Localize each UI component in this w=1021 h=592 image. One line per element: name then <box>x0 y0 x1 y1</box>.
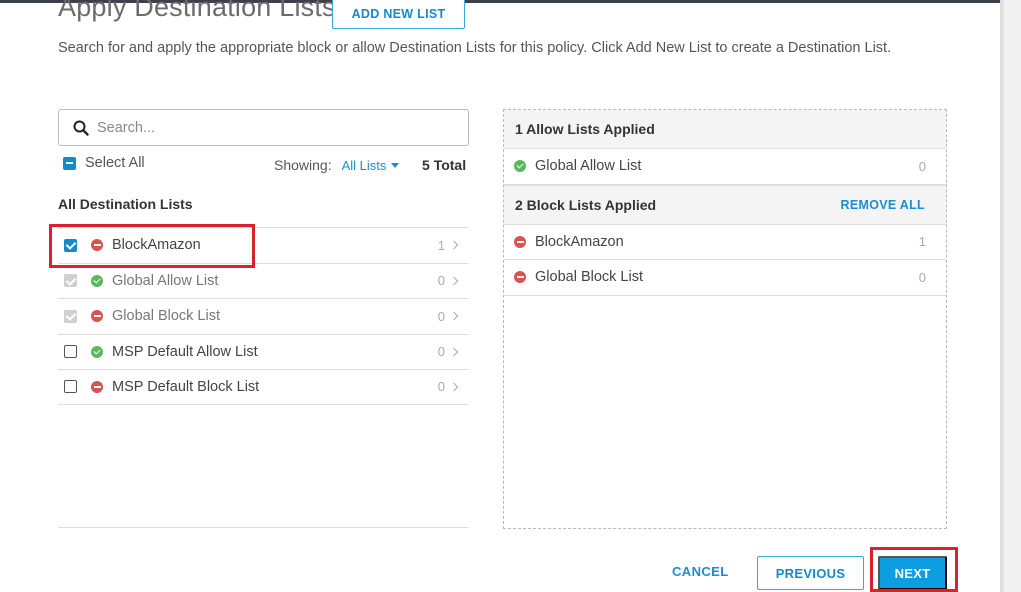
search-field[interactable] <box>58 109 469 146</box>
list-item-count: 1 <box>437 237 459 253</box>
allow-applied-list: Global Allow List 0 <box>504 149 946 185</box>
all-lists-title: All Destination Lists <box>58 196 193 212</box>
count-value: 0 <box>437 344 445 360</box>
count-value: 0 <box>437 273 445 289</box>
applied-item-name: Global Block List <box>535 269 643 286</box>
cancel-button[interactable]: CANCEL <box>672 564 729 579</box>
count-value: 0 <box>437 308 445 324</box>
partial-checkbox-icon[interactable] <box>63 156 76 170</box>
page-description: Search for and apply the appropriate blo… <box>58 40 892 56</box>
row-checkbox[interactable] <box>64 345 77 359</box>
block-status-icon <box>91 239 103 252</box>
divider <box>58 527 469 528</box>
destination-list: BlockAmazon 1 Global Allow List 0 Global Blo… <box>58 227 469 405</box>
remove-all-button[interactable]: REMOVE ALL <box>841 198 925 212</box>
applied-list-item[interactable]: Global Allow List 0 <box>504 149 946 185</box>
block-status-icon <box>91 310 103 323</box>
scrollbar[interactable] <box>1003 0 1021 592</box>
list-item-count: 0 <box>437 273 459 289</box>
list-filter: Showing: All Lists <box>274 157 400 173</box>
row-checkbox <box>64 309 77 323</box>
chevron-right-icon[interactable] <box>449 241 459 250</box>
list-item[interactable]: MSP Default Allow List 0 <box>58 333 469 370</box>
allow-lists-title: 1 Allow Lists Applied <box>515 121 655 137</box>
list-item-name: MSP Default Block List <box>112 378 260 395</box>
applied-item-count: 0 <box>918 269 926 285</box>
list-item-name: BlockAmazon <box>112 237 201 254</box>
list-item-count: 0 <box>437 344 459 360</box>
search-icon <box>73 120 89 136</box>
count-value: 0 <box>437 379 445 395</box>
chevron-right-icon[interactable] <box>449 276 459 285</box>
allow-status-icon <box>91 345 103 358</box>
row-checkbox[interactable] <box>64 380 77 394</box>
search-input[interactable] <box>97 119 437 136</box>
applied-item-name: BlockAmazon <box>535 233 624 250</box>
row-checkbox <box>64 274 77 288</box>
list-item-count: 0 <box>437 308 459 324</box>
applied-lists-panel: 1 Allow Lists Applied Global Allow List 0… <box>503 109 947 529</box>
filter-value: All Lists <box>341 157 387 173</box>
next-button[interactable]: NEXT <box>878 556 947 590</box>
block-status-icon <box>514 235 526 248</box>
showing-label: Showing: <box>274 157 332 173</box>
list-item-name: Global Block List <box>112 308 220 325</box>
block-status-icon <box>514 271 526 284</box>
previous-button[interactable]: PREVIOUS <box>757 556 864 590</box>
applied-item-count: 0 <box>918 158 926 174</box>
chevron-right-icon[interactable] <box>449 312 459 321</box>
row-checkbox[interactable] <box>64 238 77 252</box>
chevron-right-icon[interactable] <box>449 347 459 356</box>
applied-list-item[interactable]: Global Block List 0 <box>504 260 946 296</box>
block-status-icon <box>91 380 103 393</box>
block-applied-list: BlockAmazon 1 Global Block List 0 <box>504 224 946 296</box>
applied-list-item[interactable]: BlockAmazon 1 <box>504 224 946 260</box>
select-all-checkbox[interactable]: Select All <box>63 155 145 171</box>
list-item-name: Global Allow List <box>112 272 219 289</box>
list-item[interactable]: BlockAmazon 1 <box>58 227 469 263</box>
caret-down-icon <box>391 162 400 168</box>
total-count: 5 Total <box>422 157 467 173</box>
select-all-label: Select All <box>85 155 145 171</box>
count-value: 1 <box>437 237 445 253</box>
applied-item-name: Global Allow List <box>535 158 642 175</box>
allow-status-icon <box>91 274 103 287</box>
allow-lists-header: 1 Allow Lists Applied <box>504 110 946 149</box>
list-item[interactable]: MSP Default Block List 0 <box>58 369 469 405</box>
list-item-name: MSP Default Allow List <box>112 343 258 360</box>
filter-dropdown[interactable]: All Lists <box>342 158 400 173</box>
page-title: Apply Destination Lists <box>58 0 336 22</box>
allow-status-icon <box>514 160 526 173</box>
list-item[interactable]: Global Allow List 0 <box>58 262 469 299</box>
block-lists-title: 2 Block Lists Applied <box>515 196 657 213</box>
list-item[interactable]: Global Block List 0 <box>58 298 469 334</box>
block-lists-header: 2 Block Lists Applied REMOVE ALL <box>504 184 946 225</box>
list-item-count: 0 <box>437 379 459 395</box>
add-new-list-button[interactable]: ADD NEW LIST <box>332 0 465 29</box>
chevron-right-icon[interactable] <box>449 382 459 391</box>
applied-item-count: 1 <box>918 234 926 250</box>
